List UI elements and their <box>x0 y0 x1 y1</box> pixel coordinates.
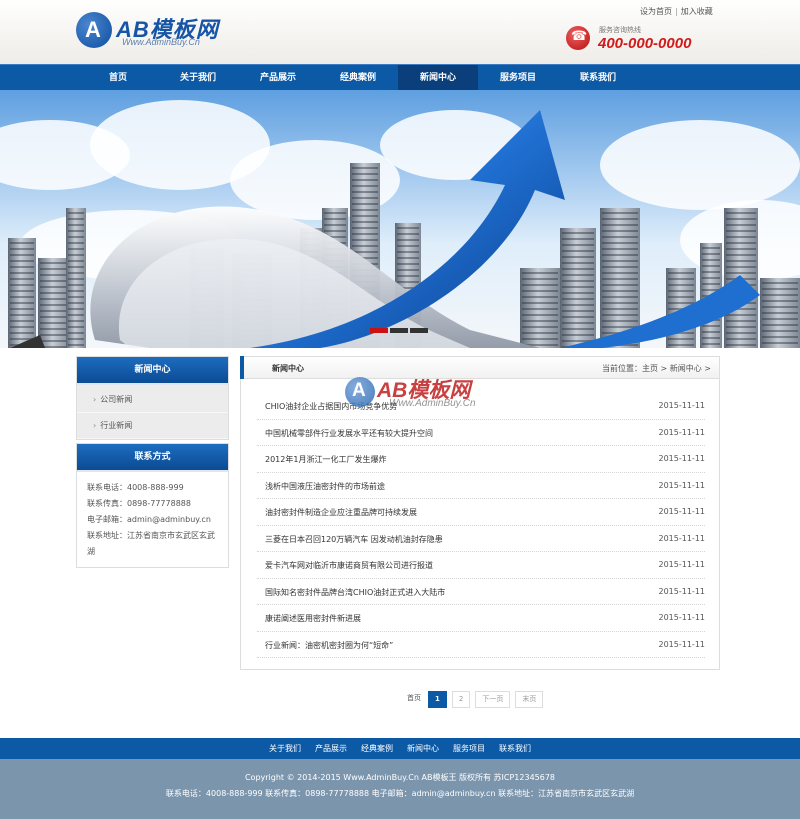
add-favorite-link[interactable]: 加入收藏 <box>681 7 713 16</box>
news-item[interactable]: 行业新闻：油密机密封圈为何“短命” 2015-11-11 <box>257 632 706 658</box>
footer-nav-item[interactable]: 关于我们 <box>269 738 301 759</box>
category-panel: 新闻中心 › 公司新闻 › 行业新闻 <box>76 356 229 440</box>
sidebar-item-category[interactable]: › 公司新闻 <box>77 387 228 413</box>
header-accent-bar <box>240 356 244 379</box>
logo-url: Www.AdminBuy.Cn <box>122 37 200 47</box>
nav-item-2[interactable]: 产品展示 <box>238 65 318 91</box>
footer-nav-item[interactable]: 联系我们 <box>499 738 531 759</box>
contact-panel: 联系方式 联系电话：4008-888-999 联系传真：0898-7777888… <box>76 443 229 568</box>
footer-nav-item[interactable]: 新闻中心 <box>407 738 439 759</box>
nav-item-6[interactable]: 联系我们 <box>558 65 638 91</box>
news-date: 2015-11-11 <box>658 533 706 543</box>
banner-slide-dot[interactable] <box>410 328 428 333</box>
news-title[interactable]: 康诺阐述医用密封件新进展 <box>265 613 361 624</box>
footer: Copyright © 2014-2015 Www.AdminBuy.Cn AB… <box>0 759 800 819</box>
contact-info: 联系电话：4008-888-999 联系传真：0898-77778888 电子邮… <box>77 470 228 568</box>
news-title[interactable]: 浅析中国液压油密封件的市场前途 <box>265 481 385 492</box>
news-date: 2015-11-11 <box>658 507 706 516</box>
nav-item-3[interactable]: 经典案例 <box>318 65 398 91</box>
site-logo[interactable]: A AB模板网 Www.AdminBuy.Cn <box>76 12 236 52</box>
footer-nav: 关于我们 产品展示 经典案例 新闻中心 服务项目 联系我们 <box>0 738 800 759</box>
contact-fax: 联系传真：0898-77778888 <box>87 499 191 508</box>
nav-item-4[interactable]: 新闻中心 <box>398 65 478 91</box>
news-title[interactable]: 爱卡汽车网对临沂市康诺商贸有限公司进行报道 <box>265 560 433 571</box>
pagination: 首页 1 2 下一页 末页 <box>405 690 544 708</box>
growth-arrow-graphic <box>10 110 760 348</box>
phone-icon <box>566 26 590 50</box>
news-title[interactable]: 中国机械零部件行业发展水平还有较大提升空间 <box>265 428 433 439</box>
footer-contact: 联系电话：4008-888-999 联系传真：0898-77778888 电子邮… <box>165 789 635 798</box>
news-title[interactable]: 2012年1月浙江一化工厂发生爆炸 <box>265 454 386 465</box>
news-item[interactable]: 康诺阐述医用密封件新进展 2015-11-11 <box>257 605 705 632</box>
footer-nav-item[interactable]: 产品展示 <box>315 738 347 759</box>
bullet-icon: › <box>93 395 97 404</box>
news-item[interactable]: 中国机械零部件行业发展水平还有较大提升空间 2015-11-11 <box>257 420 706 446</box>
sidebar-item-label: 行业新闻 <box>100 421 133 430</box>
news-title[interactable]: CHIO油封企业占据国内市场竞争优势 <box>265 401 397 412</box>
news-date: 2015-11-11 <box>658 586 706 596</box>
news-date: 2015-11-11 <box>658 639 706 649</box>
news-item[interactable]: 浅析中国液压油密封件的市场前途 2015-11-11 <box>257 473 706 499</box>
footer-nav-items: 关于我们 产品展示 经典案例 新闻中心 服务项目 联系我们 <box>269 738 531 759</box>
first-page-link[interactable]: 首页 <box>405 690 423 708</box>
news-item[interactable]: CHIO油封企业占据国内市场竞争优势 2015-11-11 <box>257 393 705 420</box>
nav-item-1[interactable]: 关于我们 <box>158 65 238 91</box>
news-title[interactable]: 三菱在日本召回120万辆汽车 因发动机油封存隐患 <box>265 534 443 545</box>
news-date: 2015-11-11 <box>658 427 706 437</box>
news-item[interactable]: 爱卡汽车网对临沂市康诺商贸有限公司进行报道 2015-11-11 <box>257 552 705 579</box>
next-page-button[interactable]: 下一页 <box>475 690 511 708</box>
contact-email: 电子邮箱：admin@adminbuy.cn <box>87 515 211 524</box>
header: A AB模板网 Www.AdminBuy.Cn 设为首页|加入收藏 服务咨询热线… <box>0 0 800 64</box>
news-date: 2015-11-11 <box>658 401 706 410</box>
banner <box>0 90 800 348</box>
news-item[interactable]: 国际知名密封件品牌台湾CHIO油封正式进入大陆市 2015-11-11 <box>257 579 706 605</box>
bullet-icon: › <box>93 421 97 430</box>
footer-nav-item[interactable]: 经典案例 <box>361 738 393 759</box>
banner-slide-dot[interactable] <box>390 328 408 333</box>
news-date: 2015-11-11 <box>658 613 706 622</box>
news-date: 2015-11-11 <box>658 560 706 569</box>
page: A AB模板网 Www.AdminBuy.Cn 设为首页|加入收藏 服务咨询热线… <box>0 0 800 819</box>
nav-item-5[interactable]: 服务项目 <box>478 65 558 91</box>
news-title[interactable]: 油封密封件制造企业应注重品牌可持续发展 <box>265 507 417 518</box>
divider: | <box>675 7 678 16</box>
last-page-button[interactable]: 末页 <box>515 690 544 708</box>
news-list: CHIO油封企业占据国内市场竞争优势 2015-11-11 中国机械零部件行业发展水… <box>257 393 705 658</box>
news-date: 2015-11-11 <box>658 454 706 463</box>
hotline: 服务咨询热线 400-000-0000 <box>566 24 706 54</box>
news-panel: 新闻中心 当前位置：主页 > 新闻中心 > CHIO油封企业占据国内市场竞争优势… <box>240 356 720 670</box>
logo-mark-icon: A <box>76 12 112 48</box>
footer-nav-item[interactable]: 服务项目 <box>453 738 485 759</box>
copyright: Copyright © 2014-2015 Www.AdminBuy.Cn AB… <box>244 773 556 782</box>
news-title[interactable]: 国际知名密封件品牌台湾CHIO油封正式进入大陆市 <box>265 587 445 598</box>
nav-item-0[interactable]: 首页 <box>78 65 158 91</box>
category-list: › 公司新闻 › 行业新闻 <box>77 383 228 439</box>
main-nav: 首页 关于我们 产品展示 经典案例 新闻中心 服务项目 联系我们 <box>0 64 800 91</box>
news-date: 2015-11-11 <box>658 480 706 490</box>
page-1-button[interactable]: 1 <box>428 690 447 708</box>
news-item[interactable]: 油封密封件制造企业应注重品牌可持续发展 2015-11-11 <box>257 499 705 526</box>
news-panel-header: 新闻中心 当前位置：主页 > 新闻中心 > <box>240 356 719 379</box>
contact-panel-title: 联系方式 <box>77 444 228 472</box>
nav-items: 首页 关于我们 产品展示 经典案例 新闻中心 服务项目 联系我们 <box>78 65 638 91</box>
sidebar-item-category[interactable]: › 行业新闻 <box>77 413 228 439</box>
news-item[interactable]: 2012年1月浙江一化工厂发生爆炸 2015-11-11 <box>257 446 705 473</box>
breadcrumb: 当前位置：主页 > 新闻中心 > <box>601 364 711 373</box>
banner-slide-dot[interactable] <box>370 328 388 333</box>
page-2-button[interactable]: 2 <box>451 690 471 708</box>
contact-phone: 联系电话：4008-888-999 <box>87 483 184 492</box>
hotline-number: 400-000-0000 <box>598 35 692 52</box>
news-item[interactable]: 三菱在日本召回120万辆汽车 因发动机油封存隐患 2015-11-11 <box>257 526 706 552</box>
category-panel-title: 新闻中心 <box>77 357 228 385</box>
news-title[interactable]: 行业新闻：油密机密封圈为何“短命” <box>265 640 393 651</box>
set-homepage-link[interactable]: 设为首页 <box>640 7 672 16</box>
sidebar-item-label: 公司新闻 <box>100 395 133 404</box>
page-title: 新闻中心 <box>272 364 304 373</box>
banner-pagination <box>370 328 428 333</box>
hotline-label: 服务咨询热线 <box>599 26 641 34</box>
top-links: 设为首页 | 加入收藏 <box>640 6 713 17</box>
contact-address: 联系地址：江苏省南京市玄武区玄武湖 <box>87 531 215 556</box>
